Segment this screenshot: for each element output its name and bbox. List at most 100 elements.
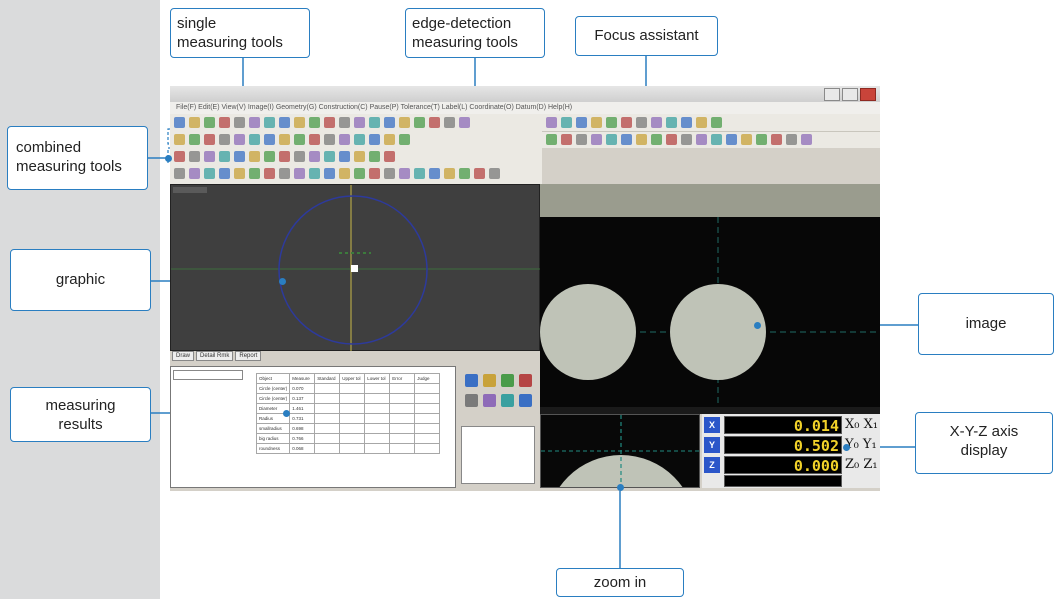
tool-icon[interactable] (369, 151, 380, 162)
tool-icon[interactable] (429, 117, 440, 128)
axis-zero-y[interactable]: Y₀ Y₁ (845, 436, 877, 454)
tool-icon[interactable] (249, 134, 260, 145)
tool-icon[interactable] (696, 117, 707, 128)
tool-icon[interactable] (786, 134, 797, 145)
tool-icon[interactable] (666, 117, 677, 128)
tool-icon[interactable] (354, 117, 365, 128)
close-button[interactable] (860, 88, 876, 101)
tool-icon[interactable] (324, 168, 335, 179)
tool-icon[interactable] (606, 134, 617, 145)
tool-icon[interactable] (711, 134, 722, 145)
tool-icon[interactable] (576, 134, 587, 145)
tool-icon[interactable] (234, 117, 245, 128)
tool-icon[interactable] (681, 134, 692, 145)
axis-zero-z[interactable]: Z₀ Z₁ (845, 456, 878, 474)
tool-icon[interactable] (294, 134, 305, 145)
tool-icon[interactable] (204, 168, 215, 179)
table-row[interactable]: big radius 0.766 (255, 433, 441, 444)
tool-icon[interactable] (369, 168, 380, 179)
tool-icon[interactable] (279, 134, 290, 145)
tool-icon[interactable] (249, 117, 260, 128)
tab-draw[interactable]: Draw (172, 351, 195, 361)
tool-icon[interactable] (801, 134, 812, 145)
tool-icon[interactable] (264, 117, 275, 128)
tool-icon[interactable] (189, 134, 200, 145)
tool-icon[interactable] (309, 117, 320, 128)
tool-icon[interactable] (204, 134, 215, 145)
tool-icon[interactable] (189, 117, 200, 128)
graphic-view[interactable] (170, 184, 541, 352)
quick-tool-icon[interactable] (501, 394, 514, 407)
table-row[interactable]: Circle (center) 0.070 (255, 383, 441, 394)
tool-icon[interactable] (726, 134, 737, 145)
tool-icon[interactable] (279, 151, 290, 162)
tool-icon[interactable] (234, 151, 245, 162)
edge-tools-toolbar[interactable] (542, 131, 880, 149)
tool-icon[interactable] (399, 168, 410, 179)
tool-icon[interactable] (681, 117, 692, 128)
tool-icon[interactable] (219, 117, 230, 128)
quick-tools-panel[interactable] (457, 366, 539, 488)
axis-zero-x[interactable]: X₀ X₁ (845, 416, 878, 434)
tab-detail[interactable]: Detail Rmk (196, 351, 234, 361)
tool-icon[interactable] (309, 134, 320, 145)
table-row[interactable]: roundness 0.068 (255, 443, 441, 454)
toolbar-right[interactable] (542, 114, 880, 132)
tool-icon[interactable] (264, 134, 275, 145)
tool-icon[interactable] (591, 134, 602, 145)
tool-icon[interactable] (444, 117, 455, 128)
tool-icon[interactable] (354, 151, 365, 162)
tool-icon[interactable] (309, 168, 320, 179)
tool-icon[interactable] (309, 151, 320, 162)
tool-icon[interactable] (651, 134, 662, 145)
tool-icon[interactable] (696, 134, 707, 145)
tool-icon[interactable] (414, 168, 425, 179)
table-row[interactable]: smallradius 0.698 (255, 423, 441, 434)
tool-icon[interactable] (444, 168, 455, 179)
tool-icon[interactable] (219, 151, 230, 162)
tool-icon[interactable] (174, 151, 185, 162)
tool-icon[interactable] (339, 134, 350, 145)
tool-icon[interactable] (384, 117, 395, 128)
table-row[interactable]: Circle (center) 0.137 (255, 393, 441, 404)
tool-icon[interactable] (384, 151, 395, 162)
tool-icon[interactable] (369, 117, 380, 128)
quick-tool-icon[interactable] (501, 374, 514, 387)
tool-icon[interactable] (561, 117, 572, 128)
tool-icon[interactable] (189, 168, 200, 179)
results-panel[interactable]: Object Measure Standard Upper tol Lower tol E… (170, 366, 456, 488)
tool-icon[interactable] (369, 134, 380, 145)
zoom-view[interactable] (540, 414, 700, 488)
tool-icon[interactable] (771, 134, 782, 145)
tool-icon[interactable] (234, 168, 245, 179)
tool-icon[interactable] (489, 168, 500, 179)
tool-icon[interactable] (249, 168, 260, 179)
tool-icon[interactable] (294, 168, 305, 179)
tool-icon[interactable] (459, 117, 470, 128)
tool-icon[interactable] (621, 117, 632, 128)
tool-icon[interactable] (219, 168, 230, 179)
tool-icon[interactable] (339, 117, 350, 128)
graphic-tabs[interactable]: Draw Detail Rmk Report (170, 351, 540, 365)
tool-icon[interactable] (474, 168, 485, 179)
tool-icon[interactable] (606, 117, 617, 128)
tool-icon[interactable] (279, 117, 290, 128)
tool-icon[interactable] (399, 134, 410, 145)
tab-report[interactable]: Report (235, 351, 262, 361)
quick-tool-icon[interactable] (519, 394, 532, 407)
construction-toolbar[interactable] (170, 165, 542, 185)
quick-tool-icon[interactable] (465, 374, 478, 387)
tool-icon[interactable] (414, 117, 425, 128)
tool-icon[interactable] (219, 134, 230, 145)
quick-tool-icon[interactable] (483, 374, 496, 387)
single-tools-toolbar[interactable] (170, 131, 542, 149)
tool-icon[interactable] (459, 168, 470, 179)
tool-icon[interactable] (204, 151, 215, 162)
menu-bar[interactable]: File(F) Edit(E) View(V) Image(I) Geometr… (170, 102, 880, 114)
tool-icon[interactable] (204, 117, 215, 128)
tool-icon[interactable] (324, 134, 335, 145)
minimize-button[interactable] (824, 88, 840, 101)
tool-icon[interactable] (756, 134, 767, 145)
tool-icon[interactable] (591, 117, 602, 128)
tool-icon[interactable] (264, 151, 275, 162)
